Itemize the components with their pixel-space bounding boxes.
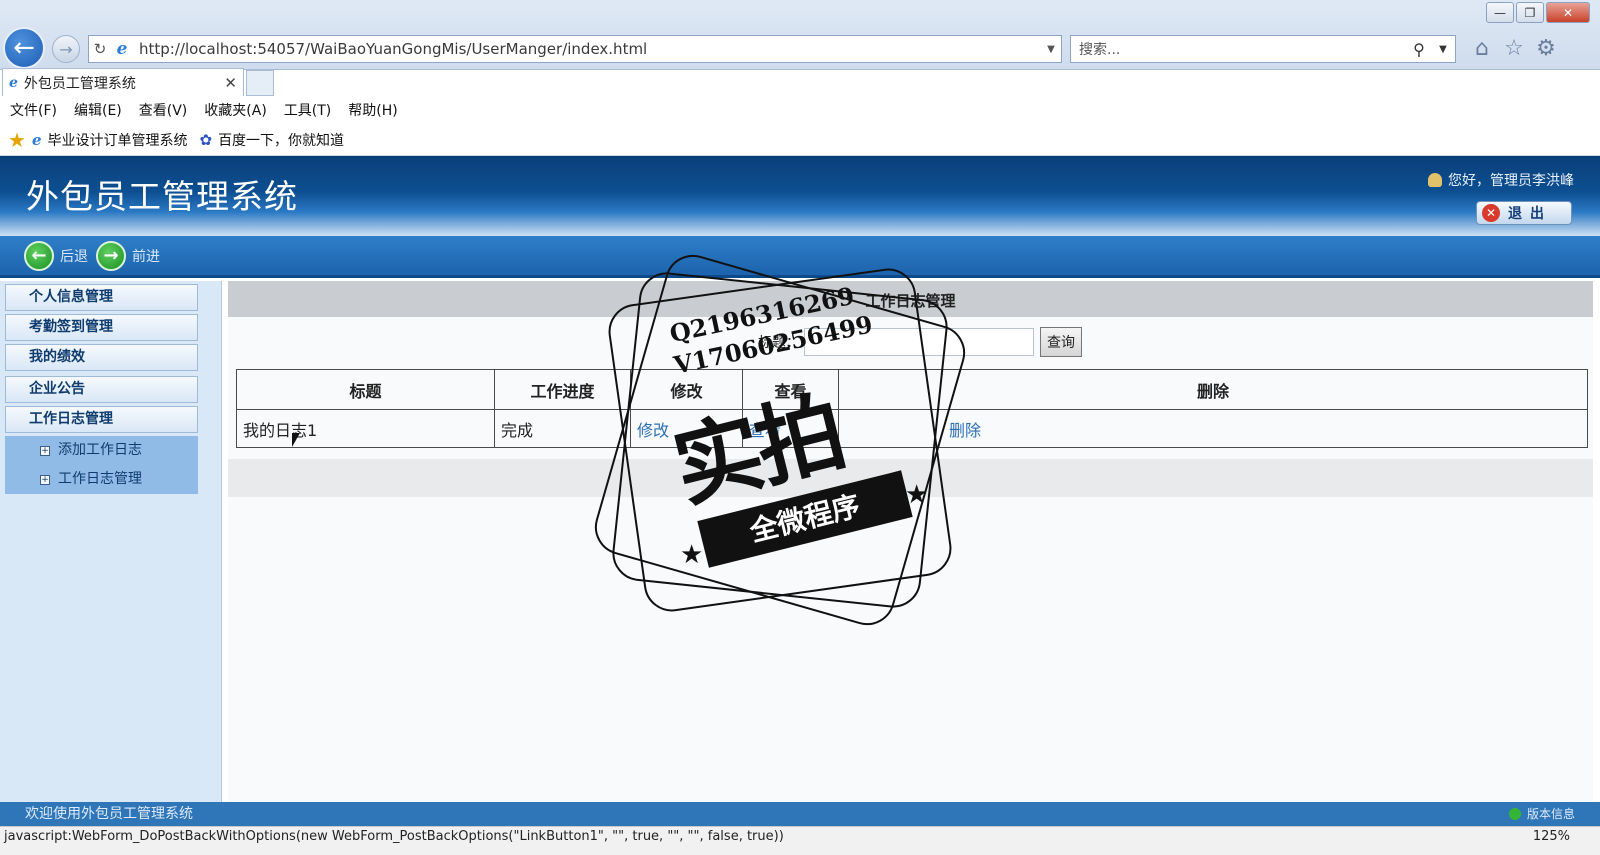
sidebar-item-announcements[interactable]: 企业公告 <box>5 376 198 403</box>
column-header-title: 标题 <box>236 369 495 410</box>
browser-status-bar: javascript:WebForm_DoPostBackWithOptions… <box>0 826 1600 855</box>
browser-toolbar: — ❐ ✕ ← → ↻ e http://localhost:54057/Wai… <box>0 0 1600 70</box>
sidebar-item-personal-info[interactable]: 个人信息管理 <box>5 284 198 311</box>
back-link[interactable]: 后退 <box>60 246 88 266</box>
home-icon[interactable]: ⌂ <box>1468 35 1496 63</box>
search-label: 标题： <box>758 335 800 351</box>
sidebar-item-attendance[interactable]: 考勤签到管理 <box>5 314 198 341</box>
greeting-text: 您好，管理员李洪峰 <box>1448 173 1574 189</box>
table-header-row: 标题 工作进度 修改 查看 删除 <box>236 369 1588 410</box>
cell-edit: 修改 <box>630 409 743 448</box>
sidebar-item-performance[interactable]: 我的绩效 <box>5 344 198 371</box>
tab-title: 外包员工管理系统 <box>23 75 136 92</box>
page-nav-strip: ← 后退 → 前进 <box>0 236 1600 278</box>
baidu-paw-icon: ✿ <box>199 130 213 149</box>
ie-page-icon: e <box>116 39 128 59</box>
address-dropdown-icon[interactable]: ▼ <box>1041 44 1061 55</box>
browser-back-icon[interactable]: ← <box>3 27 45 69</box>
window-controls: — ❐ ✕ <box>1486 2 1590 23</box>
page-title: 工作日志管理 <box>228 281 1593 317</box>
logout-label: 退出 <box>1508 206 1552 222</box>
menu-tools[interactable]: 工具(T) <box>284 100 331 120</box>
menu-help[interactable]: 帮助(H) <box>348 100 397 120</box>
column-header-view: 查看 <box>742 369 839 410</box>
sidebar-item-work-log[interactable]: 工作日志管理 <box>5 406 198 433</box>
footer-text: 欢迎使用外包员工管理系统 <box>25 806 193 822</box>
forward-link[interactable]: 前进 <box>132 246 160 266</box>
app-title: 外包员工管理系统 <box>26 177 298 216</box>
restore-icon[interactable]: ❐ <box>1516 2 1544 23</box>
main-content: 工作日志管理 标题： 查询 标题 工作进度 修改 查看 删除 我的日志1 完成 … <box>228 281 1593 802</box>
menu-view[interactable]: 查看(V) <box>139 100 188 120</box>
user-greeting: 您好，管理员李洪峰 <box>1428 170 1574 190</box>
browser-forward-icon[interactable]: → <box>52 35 80 63</box>
favorite-label: 毕业设计订单管理系统 <box>47 132 188 149</box>
favorite-link-2[interactable]: ✿ 百度一下，你就知道 <box>199 130 344 150</box>
refresh-icon[interactable]: ↻ <box>89 40 111 58</box>
expand-icon: + <box>40 446 50 456</box>
cell-view: 查看 <box>742 409 839 448</box>
back-arrow-icon[interactable]: ← <box>24 240 54 271</box>
mouse-cursor-icon <box>292 433 300 447</box>
version-label: 版本信息 <box>1526 807 1575 821</box>
ie-page-icon: e <box>31 130 42 149</box>
app-footer: 欢迎使用外包员工管理系统 版本信息 <box>0 802 1600 826</box>
cell-progress: 完成 <box>494 409 631 448</box>
column-header-delete: 删除 <box>838 369 1588 410</box>
cell-delete: 删除 <box>838 409 1588 448</box>
table-row: 我的日志1 完成 修改 查看 删除 <box>236 409 1588 448</box>
cell-title: 我的日志1 <box>236 409 495 448</box>
search-row: 标题： 查询 <box>758 327 1082 357</box>
status-text: javascript:WebForm_DoPostBackWithOptions… <box>4 829 784 844</box>
sidebar-subitem-add-log[interactable]: + 添加工作日志 <box>5 436 198 465</box>
browser-search-box[interactable]: 搜索... ⚲ ▼ <box>1070 35 1456 63</box>
sidebar-subitem-manage-log[interactable]: + 工作日志管理 <box>5 465 198 494</box>
tab-close-icon[interactable]: ✕ <box>224 74 237 92</box>
logout-button[interactable]: ✕ 退出 <box>1476 201 1572 225</box>
close-window-icon[interactable]: ✕ <box>1546 2 1590 23</box>
tab-ie-icon: e <box>9 74 18 91</box>
search-dropdown-icon[interactable]: ▼ <box>1431 44 1455 55</box>
column-header-edit: 修改 <box>630 369 743 410</box>
forward-arrow-icon[interactable]: → <box>96 240 126 271</box>
subitem-label: 工作日志管理 <box>58 471 142 487</box>
subitem-label: 添加工作日志 <box>58 442 142 458</box>
new-tab-button[interactable] <box>246 70 274 96</box>
search-placeholder[interactable]: 搜索... <box>1079 39 1407 59</box>
user-icon <box>1428 173 1442 187</box>
work-log-table: 标题 工作进度 修改 查看 删除 我的日志1 完成 修改 查看 删除 <box>236 369 1588 448</box>
favorites-star-icon[interactable]: ★ <box>8 128 26 152</box>
query-button[interactable]: 查询 <box>1040 327 1082 357</box>
menu-favorites[interactable]: 收藏夹(A) <box>204 100 267 120</box>
logout-x-icon: ✕ <box>1482 204 1500 222</box>
tab-strip: e 外包员工管理系统 ✕ <box>0 66 1600 96</box>
delete-link[interactable]: 删除 <box>949 421 981 440</box>
info-icon <box>1508 808 1521 820</box>
sidebar: 个人信息管理 考勤签到管理 我的绩效 企业公告 工作日志管理 + 添加工作日志 … <box>0 281 222 802</box>
gear-icon[interactable]: ⚙ <box>1532 35 1560 63</box>
column-header-progress: 工作进度 <box>494 369 631 410</box>
edit-link[interactable]: 修改 <box>637 421 669 440</box>
favorite-label: 百度一下，你就知道 <box>218 132 345 149</box>
zoom-level[interactable]: 125% <box>1533 827 1570 847</box>
app-header: 外包员工管理系统 您好，管理员李洪峰 ✕ 退出 <box>0 156 1600 236</box>
expand-icon: + <box>40 475 50 485</box>
favorite-link-1[interactable]: e 毕业设计订单管理系统 <box>32 130 188 150</box>
menu-edit[interactable]: 编辑(E) <box>74 100 122 120</box>
minimize-icon[interactable]: — <box>1486 2 1514 23</box>
favorites-bar: ★ e 毕业设计订单管理系统 ✿ 百度一下，你就知道 <box>0 124 1600 156</box>
view-link[interactable]: 查看 <box>749 421 781 440</box>
address-bar[interactable]: ↻ e http://localhost:54057/WaiBaoYuanGon… <box>88 35 1062 63</box>
address-url[interactable]: http://localhost:54057/WaiBaoYuanGongMis… <box>133 40 1041 58</box>
version-info[interactable]: 版本信息 <box>1508 802 1575 826</box>
title-search-input[interactable] <box>804 328 1034 356</box>
search-icon[interactable]: ⚲ <box>1407 40 1431 59</box>
favorites-star-icon[interactable]: ☆ <box>1500 35 1528 63</box>
table-footer-band <box>228 459 1593 497</box>
menu-bar: 文件(F) 编辑(E) 查看(V) 收藏夹(A) 工具(T) 帮助(H) <box>0 96 1600 124</box>
tab-active[interactable]: e 外包员工管理系统 ✕ <box>2 68 244 96</box>
menu-file[interactable]: 文件(F) <box>10 100 57 120</box>
